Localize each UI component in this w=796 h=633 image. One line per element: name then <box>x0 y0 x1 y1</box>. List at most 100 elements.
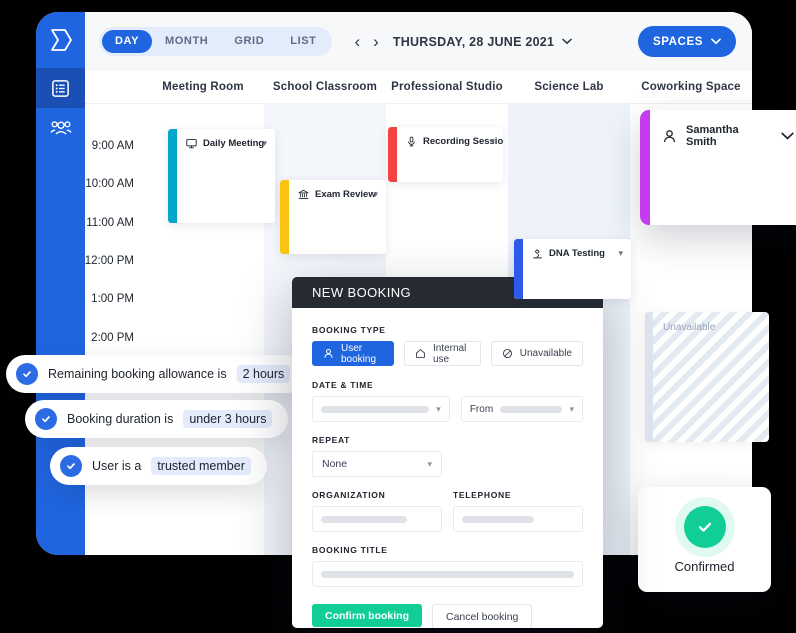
badge-text: Remaining booking allowance is <box>48 367 227 381</box>
repeat-label: REPEAT <box>312 435 351 445</box>
unavailable-block[interactable]: Unavailable <box>645 312 769 442</box>
column-headers: Meeting Room School Classroom Profession… <box>85 71 752 104</box>
event-title: Exam Review <box>315 189 376 200</box>
chevron-down-icon[interactable]: ▾ <box>373 189 378 200</box>
people-icon <box>49 119 72 137</box>
chevron-down-icon[interactable]: ▾ <box>490 136 495 147</box>
booking-title-value-placeholder <box>321 570 574 578</box>
booking-type-label-unavailable: Unavailable <box>519 348 572 359</box>
block-icon <box>502 348 513 359</box>
person-icon <box>662 129 677 144</box>
presentation-icon <box>186 138 197 149</box>
telephone-input[interactable] <box>453 506 583 532</box>
repeat-select[interactable]: None ▾ <box>312 451 442 477</box>
badge-highlight: 2 hours <box>236 365 291 383</box>
cancel-booking-button[interactable]: Cancel booking <box>432 604 533 628</box>
event-recording-session[interactable]: Recording Session ▾ <box>388 127 503 182</box>
datetime-label: DATE & TIME <box>312 380 374 390</box>
sidebar-item-bookings[interactable] <box>36 68 85 108</box>
chevron-down-icon <box>562 38 572 45</box>
brand-logo-icon[interactable] <box>36 12 85 68</box>
badge-text: User is a <box>92 459 142 473</box>
booking-type-group: User booking Internal use Unavailable <box>312 341 583 366</box>
time-label: 2:00 PM <box>91 332 134 344</box>
org-phone-labels: ORGANIZATION TELEPHONE <box>312 490 583 506</box>
organization-label: ORGANIZATION <box>312 490 386 500</box>
telephone-value-placeholder <box>462 515 534 523</box>
badge-booking-duration: Booking duration is under 3 hours <box>25 400 289 438</box>
event-accent-bar <box>168 129 177 223</box>
user-card-name: Samantha Smith <box>686 124 739 148</box>
user-card-accent-bar <box>640 110 650 225</box>
confirmed-label: Confirmed <box>674 558 735 574</box>
repeat-value: None <box>322 458 348 470</box>
booking-type-unavailable[interactable]: Unavailable <box>490 341 583 366</box>
from-label: From <box>469 403 494 415</box>
view-switcher[interactable]: DAY MONTH GRID LIST <box>99 27 333 56</box>
view-grid[interactable]: GRID <box>221 30 277 53</box>
check-circle-icon <box>60 455 82 477</box>
badge-text: Booking duration is <box>67 412 174 426</box>
view-day[interactable]: DAY <box>102 30 153 53</box>
event-accent-bar <box>388 127 397 182</box>
sidebar-item-users[interactable] <box>36 108 85 148</box>
date-select[interactable]: ▾ <box>312 396 450 422</box>
chevron-down-icon: ▾ <box>436 403 441 414</box>
list-icon <box>51 79 70 98</box>
booking-type-label: BOOKING TYPE <box>312 325 386 335</box>
view-list[interactable]: LIST <box>277 30 329 53</box>
column-header-professional-studio: Professional Studio <box>391 81 503 93</box>
current-date[interactable]: THURSDAY, 28 JUNE 2021 <box>393 35 572 49</box>
person-icon <box>323 348 334 359</box>
time-label: 10:00 AM <box>85 178 134 190</box>
confirm-booking-button[interactable]: Confirm booking <box>312 604 422 627</box>
time-axis: 9:00 AM 10:00 AM 11:00 AM 12:00 PM 1:00 … <box>84 103 275 555</box>
date-value-placeholder <box>321 405 430 413</box>
time-label: 9:00 AM <box>91 140 134 152</box>
event-title: Daily Meeting <box>203 138 265 149</box>
event-daily-meeting[interactable]: Daily Meeting ▾ <box>168 129 275 223</box>
chevron-left-icon[interactable]: ‹ <box>354 33 360 50</box>
spaces-label: SPACES <box>652 35 703 48</box>
dialog-actions: Confirm booking Cancel booking <box>312 604 583 628</box>
check-circle-icon <box>16 363 38 385</box>
event-accent-bar <box>280 180 289 254</box>
confirmed-card: Confirmed <box>638 487 771 592</box>
chevron-down-icon[interactable]: ▾ <box>618 248 623 259</box>
datetime-row: ▾ From ▾ <box>312 396 583 422</box>
time-from-select[interactable]: From ▾ <box>460 396 583 422</box>
time-gutter-spacer <box>85 71 142 103</box>
booking-type-user-booking[interactable]: User booking <box>312 341 394 366</box>
check-circle-icon <box>683 505 726 548</box>
spaces-button[interactable]: SPACES <box>637 26 736 57</box>
current-date-label: THURSDAY, 28 JUNE 2021 <box>392 34 555 49</box>
chevron-down-icon[interactable]: ▾ <box>262 138 267 149</box>
booking-type-label-internal: Internal use <box>432 342 467 365</box>
new-booking-dialog: NEW BOOKING BOOKING TYPE User booking In… <box>292 277 603 628</box>
event-exam-review[interactable]: Exam Review ▾ <box>280 180 386 254</box>
time-value-placeholder <box>500 405 563 413</box>
user-card[interactable]: Samantha Smith <box>640 110 796 225</box>
toolbar: DAY MONTH GRID LIST ‹ › THURSDAY, 28 JUN… <box>85 12 752 71</box>
badge-booking-allowance: Remaining booking allowance is 2 hours <box>6 355 307 393</box>
unavailable-label: Unavailable <box>663 322 716 333</box>
booking-type-internal-use[interactable]: Internal use <box>403 341 481 366</box>
chevron-right-icon[interactable]: › <box>373 33 379 50</box>
booking-title-input[interactable] <box>312 561 583 587</box>
chevron-down-icon: ▾ <box>427 458 432 469</box>
microphone-icon <box>406 136 417 147</box>
event-dna-testing[interactable]: DNA Testing ▾ <box>514 239 631 299</box>
time-label: 12:00 PM <box>84 255 134 267</box>
event-title: DNA Testing <box>549 248 605 259</box>
org-phone-row <box>312 506 583 532</box>
badge-user-status: User is a trusted member <box>50 447 267 485</box>
column-header-school-classroom: School Classroom <box>272 81 378 93</box>
view-month[interactable]: MONTH <box>152 30 221 53</box>
event-accent-bar <box>514 239 523 299</box>
microscope-icon <box>532 248 543 259</box>
column-header-meeting-room: Meeting Room <box>162 81 244 93</box>
bank-icon <box>298 189 309 200</box>
badge-highlight: trusted member <box>151 457 251 475</box>
organization-input[interactable] <box>312 506 442 532</box>
chevron-down-icon[interactable] <box>781 132 794 140</box>
